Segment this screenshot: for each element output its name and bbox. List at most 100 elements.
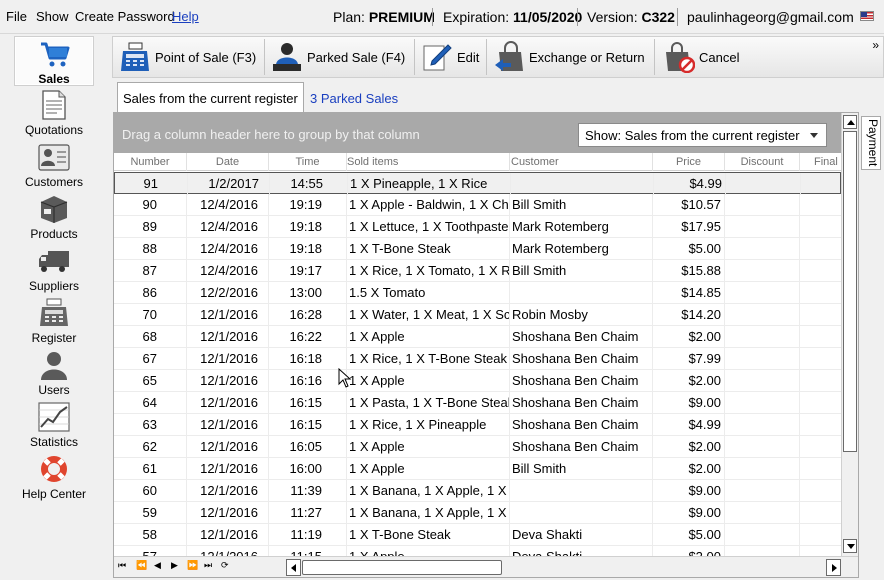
last-record-button[interactable]: ⏭ [204,560,212,571]
edit-button[interactable]: Edit [421,38,479,76]
tab-current-register[interactable]: Sales from the current register [117,82,304,113]
first-record-button[interactable]: ⏮ [118,560,126,571]
table-row[interactable]: 90 12/4/2016 19:19 1 X Apple - Baldwin, 1 X… [114,194,841,216]
next-record-button[interactable]: ▶ [171,560,178,571]
table-row[interactable]: 87 12/4/2016 19:17 1 X Rice, 1 X Tomato, 1 … [114,260,841,282]
cell-items: 1 X Apple [347,370,510,392]
tab-parked-sales[interactable]: 3 Parked Sales [310,91,398,106]
previous-page-button[interactable]: ⏪ [136,560,147,571]
show-filter-dropdown[interactable]: Show: Sales from the current register [578,123,827,147]
table-row[interactable]: 59 12/1/2016 11:27 1 X Banana, 1 X Apple, 1… [114,502,841,524]
group-by-panel[interactable]: Drag a column header here to group by th… [114,113,841,153]
nav-suppliers-label: Suppliers [28,279,80,293]
point-of-sale-label: Point of Sale (F3) [155,49,257,65]
cancel-bag-icon [666,42,695,73]
scroll-left-button[interactable] [286,559,301,576]
edit-label: Edit [457,49,480,65]
cell-num: 87 [114,260,187,282]
nav-quotations[interactable]: Quotations [14,88,94,138]
table-row[interactable]: 62 12/1/2016 16:05 1 X Apple Shoshana Ben Ch… [114,436,841,458]
plan-info: Plan: PREMIUM [333,9,435,25]
column-header-sold-items[interactable]: Sold items [347,153,510,171]
refresh-icon[interactable]: ⟳ [221,560,229,571]
horizontal-scrollbar[interactable] [286,559,841,576]
nav-customers[interactable]: Customers [14,140,94,190]
table-row[interactable]: 91 1/2/2017 14:55 1 X Pineapple, 1 X Rice $4… [114,172,841,195]
menu-show[interactable]: Show [36,9,69,24]
cell-discount [725,370,800,392]
table-row[interactable]: 68 12/1/2016 16:22 1 X Apple Shoshana Ben Ch… [114,326,841,348]
table-row[interactable]: 64 12/1/2016 16:15 1 X Pasta, 1 X T-Bone St… [114,392,841,414]
table-row[interactable]: 60 12/1/2016 11:39 1 X Banana, 1 X Apple, 1… [114,480,841,502]
cell-discount [725,524,800,546]
next-page-button[interactable]: ⏩ [187,560,198,571]
cell-final [800,480,841,502]
previous-record-button[interactable]: ◀ [154,560,161,571]
cell-customer [510,502,653,524]
table-row[interactable]: 61 12/1/2016 16:00 1 X Apple Bill Smith $2.00 [114,458,841,480]
table-row[interactable]: 88 12/4/2016 19:18 1 X T-Bone Steak Mark Rot… [114,238,841,260]
cancel-button[interactable]: Cancel [663,38,739,76]
toolbar-overflow-button[interactable]: » [872,37,879,53]
parked-sale-button[interactable]: Parked Sale (F4) [271,38,405,76]
cell-items: 1 X Rice, 1 X T-Bone Steak [347,348,510,370]
cell-customer: Bill Smith [510,194,653,216]
cell-num: 90 [114,194,187,216]
cell-customer [511,173,654,195]
column-header-final[interactable]: Final [800,153,841,171]
nav-register[interactable]: Register [14,296,94,346]
nav-users[interactable]: Users [14,348,94,398]
payment-side-tab[interactable]: Payment [861,116,881,170]
exchange-return-button[interactable]: Exchange or Return [493,38,645,76]
cell-price: $2.00 [653,458,725,480]
table-row[interactable]: 63 12/1/2016 16:15 1 X Rice, 1 X Pineapple S… [114,414,841,436]
table-row[interactable]: 65 12/1/2016 16:16 1 X Apple Shoshana Ben Ch… [114,370,841,392]
nav-sales[interactable]: Sales [14,36,94,86]
column-header-number[interactable]: Number [114,153,187,171]
column-header-customer[interactable]: Customer [510,153,653,171]
scroll-down-button[interactable] [843,539,857,553]
table-row[interactable]: 70 12/1/2016 16:28 1 X Water, 1 X Meat, 1 X… [114,304,841,326]
nav-help-center[interactable]: Help Center [14,452,94,502]
table-row[interactable]: 86 12/2/2016 13:00 1.5 X Tomato $14.85 [114,282,841,304]
table-row[interactable]: 58 12/1/2016 11:19 1 X T-Bone Steak Deva Sha… [114,524,841,546]
nav-products[interactable]: Products [14,192,94,242]
cell-items: 1 X Apple [347,546,510,556]
cell-customer: Shoshana Ben Chaim [510,326,653,348]
table-row[interactable]: 89 12/4/2016 19:18 1 X Lettuce, 1 X Toothpa… [114,216,841,238]
cell-price: $4.99 [654,173,726,195]
cell-price: $2.00 [653,326,725,348]
scroll-right-button[interactable] [826,559,841,576]
table-row[interactable]: 67 12/1/2016 16:18 1 X Rice, 1 X T-Bone Ste… [114,348,841,370]
cell-price: $5.00 [653,524,725,546]
sales-grid: Drag a column header here to group by th… [113,112,859,578]
vertical-scrollbar[interactable] [841,113,858,556]
shopping-bag-return-icon [495,41,523,71]
cell-num: 61 [114,458,187,480]
column-header-date[interactable]: Date [187,153,269,171]
cell-time: 16:18 [269,348,347,370]
scroll-up-button[interactable] [843,115,857,129]
document-icon [42,90,66,120]
menu-help[interactable]: Help [172,9,199,24]
cell-discount [725,414,800,436]
cancel-label: Cancel [699,49,740,65]
menu-file[interactable]: File [6,9,27,24]
nav-suppliers[interactable]: Suppliers [14,244,94,294]
point-of-sale-button[interactable]: Point of Sale (F3) [119,38,256,76]
sales-tabs: Sales from the current register 3 Parked… [112,82,852,113]
column-header-discount[interactable]: Discount [725,153,800,171]
cell-num: 91 [115,173,188,195]
cell-time: 16:22 [269,326,347,348]
scroll-thumb[interactable] [843,131,857,452]
us-flag-icon[interactable] [860,11,874,21]
grid-rows: 91 1/2/2017 14:55 1 X Pineapple, 1 X Rice $4… [114,172,841,556]
nav-statistics[interactable]: Statistics [14,400,94,450]
toolbar: Point of Sale (F3) Parked Sale (F4) Edit… [112,36,884,78]
table-row[interactable]: 5712/1/201611:151 X AppleDeva Shakti$2.0… [114,546,841,556]
horizontal-scroll-thumb[interactable] [302,560,502,575]
column-header-price[interactable]: Price [653,153,725,171]
menu-create-password[interactable]: Create Password [75,9,175,24]
column-header-time[interactable]: Time [269,153,347,171]
cell-final [800,370,841,392]
